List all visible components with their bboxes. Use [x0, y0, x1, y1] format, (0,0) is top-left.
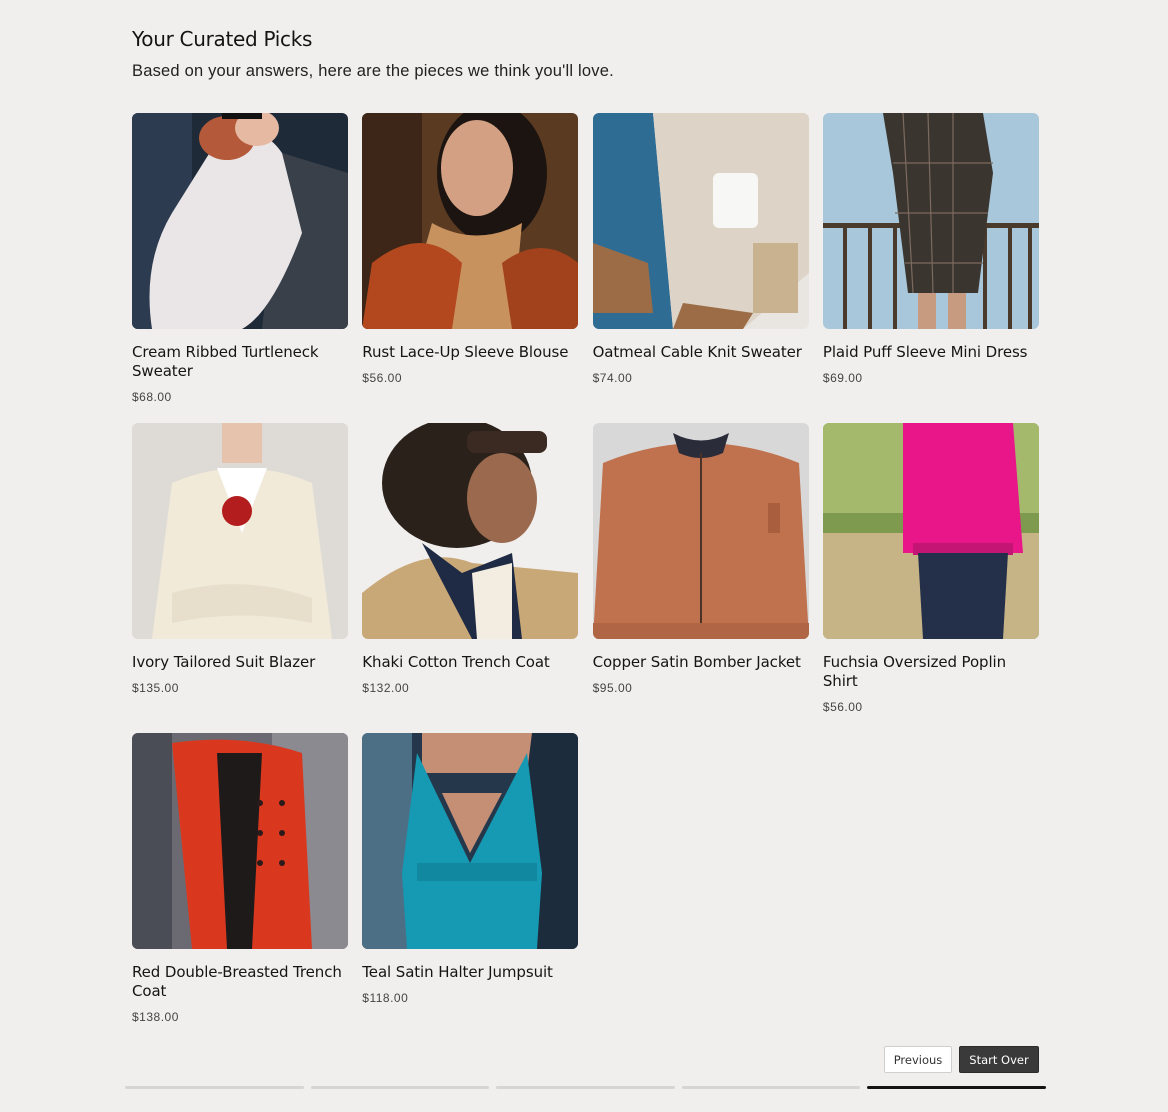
product-image[interactable] — [362, 113, 579, 329]
page-title: Your Curated Picks — [132, 27, 313, 51]
product-name[interactable]: Fuchsia Oversized Poplin Shirt — [823, 653, 1039, 691]
product-name[interactable]: Oatmeal Cable Knit Sweater — [593, 343, 809, 362]
trench-photo-icon — [362, 423, 579, 639]
product-price: $56.00 — [822, 700, 863, 714]
blazer-photo-icon — [132, 423, 348, 639]
product-name[interactable]: Copper Satin Bomber Jacket — [593, 653, 809, 672]
dress-photo-icon — [822, 113, 1039, 329]
product-card[interactable]: Teal Satin Halter Jumpsuit $118.00 — [362, 733, 579, 1043]
product-image[interactable] — [132, 423, 348, 639]
product-card[interactable]: Copper Satin Bomber Jacket $95.00 — [592, 423, 809, 733]
progress-bar — [125, 1086, 1046, 1090]
product-image[interactable] — [822, 113, 1039, 329]
product-image[interactable] — [362, 733, 579, 949]
product-price: $118.00 — [362, 991, 409, 1005]
progress-step — [125, 1086, 304, 1089]
poplin-shirt-photo-icon — [822, 423, 1039, 639]
product-name[interactable]: Plaid Puff Sleeve Mini Dress — [823, 343, 1039, 362]
product-image[interactable] — [132, 113, 348, 329]
blouse-photo-icon — [362, 113, 579, 329]
product-name[interactable]: Teal Satin Halter Jumpsuit — [362, 963, 578, 982]
red-trench-photo-icon — [132, 733, 348, 949]
progress-step-current — [867, 1086, 1046, 1089]
sweater-flatlay-photo-icon — [592, 113, 809, 329]
progress-step — [681, 1086, 861, 1089]
product-name[interactable]: Rust Lace-Up Sleeve Blouse — [362, 343, 578, 362]
page-subtitle: Based on your answers, here are the piec… — [132, 62, 614, 80]
product-card[interactable]: Rust Lace-Up Sleeve Blouse $56.00 — [362, 113, 579, 423]
product-card[interactable]: Cream Ribbed Turtleneck Sweater $68.00 — [132, 113, 348, 423]
product-price: $95.00 — [592, 681, 633, 695]
product-image[interactable] — [362, 423, 579, 639]
product-price: $56.00 — [362, 371, 402, 385]
product-image[interactable] — [132, 733, 348, 949]
product-card[interactable]: Khaki Cotton Trench Coat $132.00 — [362, 423, 579, 733]
turtleneck-photo-icon — [132, 113, 348, 329]
product-card[interactable]: Fuchsia Oversized Poplin Shirt $56.00 — [822, 423, 1039, 733]
product-price: $68.00 — [132, 390, 172, 404]
product-price: $74.00 — [592, 371, 633, 385]
product-name[interactable]: Red Double-Breasted Trench Coat — [132, 963, 348, 1001]
start-over-button[interactable]: Start Over — [959, 1046, 1039, 1073]
product-card[interactable]: Ivory Tailored Suit Blazer $135.00 — [132, 423, 348, 733]
product-image[interactable] — [592, 423, 809, 639]
product-grid: Cream Ribbed Turtleneck Sweater $68.00 R… — [132, 113, 1039, 1043]
product-price: $132.00 — [362, 681, 410, 695]
bomber-photo-icon — [592, 423, 809, 639]
product-price: $138.00 — [132, 1010, 179, 1024]
product-price: $135.00 — [132, 681, 179, 695]
product-image[interactable] — [822, 423, 1039, 639]
product-card[interactable]: Oatmeal Cable Knit Sweater $74.00 — [592, 113, 809, 423]
progress-step — [310, 1086, 490, 1089]
progress-step — [496, 1086, 675, 1089]
product-card[interactable]: Red Double-Breasted Trench Coat $138.00 — [132, 733, 348, 1043]
previous-button[interactable]: Previous — [884, 1046, 952, 1073]
product-name[interactable]: Ivory Tailored Suit Blazer — [132, 653, 348, 672]
jumpsuit-photo-icon — [362, 733, 579, 949]
product-price: $69.00 — [822, 371, 863, 385]
product-name[interactable]: Khaki Cotton Trench Coat — [362, 653, 578, 672]
product-name[interactable]: Cream Ribbed Turtleneck Sweater — [132, 343, 348, 381]
product-card[interactable]: Plaid Puff Sleeve Mini Dress $69.00 — [822, 113, 1039, 423]
product-image[interactable] — [592, 113, 809, 329]
